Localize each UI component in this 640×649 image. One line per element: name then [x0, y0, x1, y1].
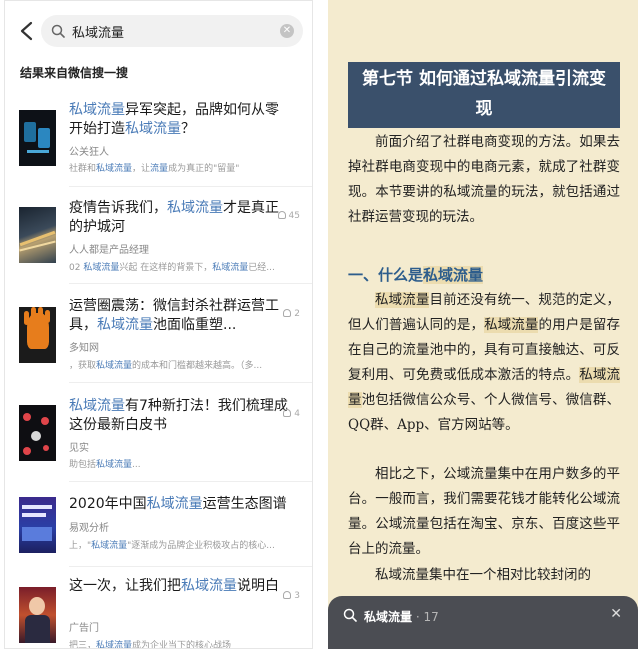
divider [69, 382, 312, 383]
result-author: 多知网 [69, 343, 99, 354]
result-title: 这一次，让我们把私域流量说明白 [69, 578, 279, 594]
list-item[interactable]: 2020年中国私域流量运营生态图谱 易观分析 上，"私域流量"逐渐成为品牌企业积… [5, 483, 312, 567]
result-author: 易观分析 [69, 523, 109, 534]
divider [69, 481, 312, 482]
result-author: 人人都是产品经理 [69, 245, 149, 256]
paragraph-1: 前面介绍了社群电商变现的方法。如果去掉社群电商变现中的电商元素，就成了社群变现。… [348, 134, 620, 225]
read-count: 3 [283, 591, 300, 601]
paragraph-2: 私域流量目前还没有统一、规范的定义，但人们普遍认同的是，私域流量的用户是留存在自… [348, 292, 621, 433]
result-author: 广告门 [69, 623, 99, 634]
search-query: 私域流量 [72, 26, 125, 41]
list-item[interactable]: 运营圈震荡：微信封杀社群运营工具，私域流量池面临重塑... 多知网 ，获取私域流… [5, 285, 312, 383]
thumbnail [19, 207, 56, 263]
thumbnail [19, 110, 56, 166]
paragraph-3: 相比之下，公域流量集中在用户数多的平台。一般而言，我们需要花钱才能转化公域流量。… [348, 466, 620, 557]
result-title: 运营圈震荡：微信封杀社群运营工具，私域流量池面临重塑... [69, 298, 279, 333]
person-icon [283, 409, 292, 417]
search-results-panel: 私域流量 ✕ 结果来自微信搜一搜 私域流量异军突起，品牌如何从零开始打造私域流量… [4, 0, 313, 649]
section-heading: 一、什么是私域流量 [348, 266, 484, 284]
list-item[interactable]: 疫情告诉我们，私域流量才是真正的护城河 人人都是产品经理 02 私域流量兴起 在… [5, 189, 312, 284]
search-input[interactable]: 私域流量 ✕ [41, 15, 303, 47]
highlight: 私域流量 [375, 292, 430, 308]
list-item[interactable]: 私域流量异军突起，品牌如何从零开始打造私域流量？ 公关狂人 社群和私域流量，让流… [5, 97, 312, 187]
divider [69, 186, 312, 187]
search-icon [51, 24, 65, 38]
result-snippet: 助包括私域流量... [69, 460, 141, 470]
close-icon[interactable]: ✕ [610, 606, 622, 622]
clear-icon[interactable]: ✕ [280, 24, 294, 38]
read-count: 2 [283, 309, 300, 319]
thumbnail [19, 587, 56, 643]
find-bar: 私域流量 · 17 ✕ [328, 596, 638, 649]
result-title: 私域流量有7种新打法！我们梳理成这份最新白皮书 [69, 398, 288, 433]
result-snippet: 上，"私域流量"逐渐成为品牌企业积极攻占的核心... [69, 541, 275, 551]
top-bar: 私域流量 ✕ [5, 11, 312, 51]
search-icon [343, 608, 357, 622]
match-count: · 17 [412, 610, 439, 624]
thumbnail [19, 497, 56, 553]
book-reader-panel: 第七节 如何通过私域流量引流变现 前面介绍了社群电商变现的方法。如果去掉社群电商… [328, 0, 638, 649]
person-icon [283, 309, 292, 317]
result-snippet: 把三，私域流量成为企业当下的核心战场 [69, 641, 232, 649]
divider [69, 566, 312, 567]
result-author: 见实 [69, 443, 89, 454]
result-snippet: 02 私域流量兴起 在这样的背景下，私域流量已经... [69, 263, 275, 273]
result-title: 疫情告诉我们，私域流量才是真正的护城河 [69, 200, 279, 235]
result-title: 2020年中国私域流量运营生态图谱 [69, 496, 287, 512]
thumbnail [19, 307, 56, 363]
person-icon [283, 591, 292, 599]
back-icon[interactable] [17, 20, 37, 42]
list-item[interactable]: 私域流量有7种新打法！我们梳理成这份最新白皮书 见实 助包括私域流量... 4 [5, 385, 312, 482]
read-count: 4 [283, 409, 300, 419]
section-title: 第七节 如何通过私域流量引流变现 [348, 62, 620, 128]
divider [69, 283, 312, 284]
find-query[interactable]: 私域流量 · 17 [364, 608, 439, 625]
source-label: 结果来自微信搜一搜 [20, 66, 129, 80]
result-snippet: 社群和私域流量，让流量成为真正的"留量" [69, 164, 240, 174]
read-count: 45 [277, 211, 300, 221]
list-item[interactable]: 这一次，让我们把私域流量说明白 广告门 把三，私域流量成为企业当下的核心战场 3 [5, 569, 312, 649]
highlight: 私域流量 [484, 317, 539, 333]
result-snippet: ，获取私域流量的成本和门槛都越来越高。（多... [69, 361, 263, 371]
paragraph-4: 私域流量集中在一个相对比较封闭的 [375, 567, 591, 583]
thumbnail [19, 405, 56, 461]
person-icon [277, 211, 286, 219]
result-title: 私域流量异军突起，品牌如何从零开始打造私域流量？ [69, 102, 279, 137]
result-author: 公关狂人 [69, 147, 109, 158]
